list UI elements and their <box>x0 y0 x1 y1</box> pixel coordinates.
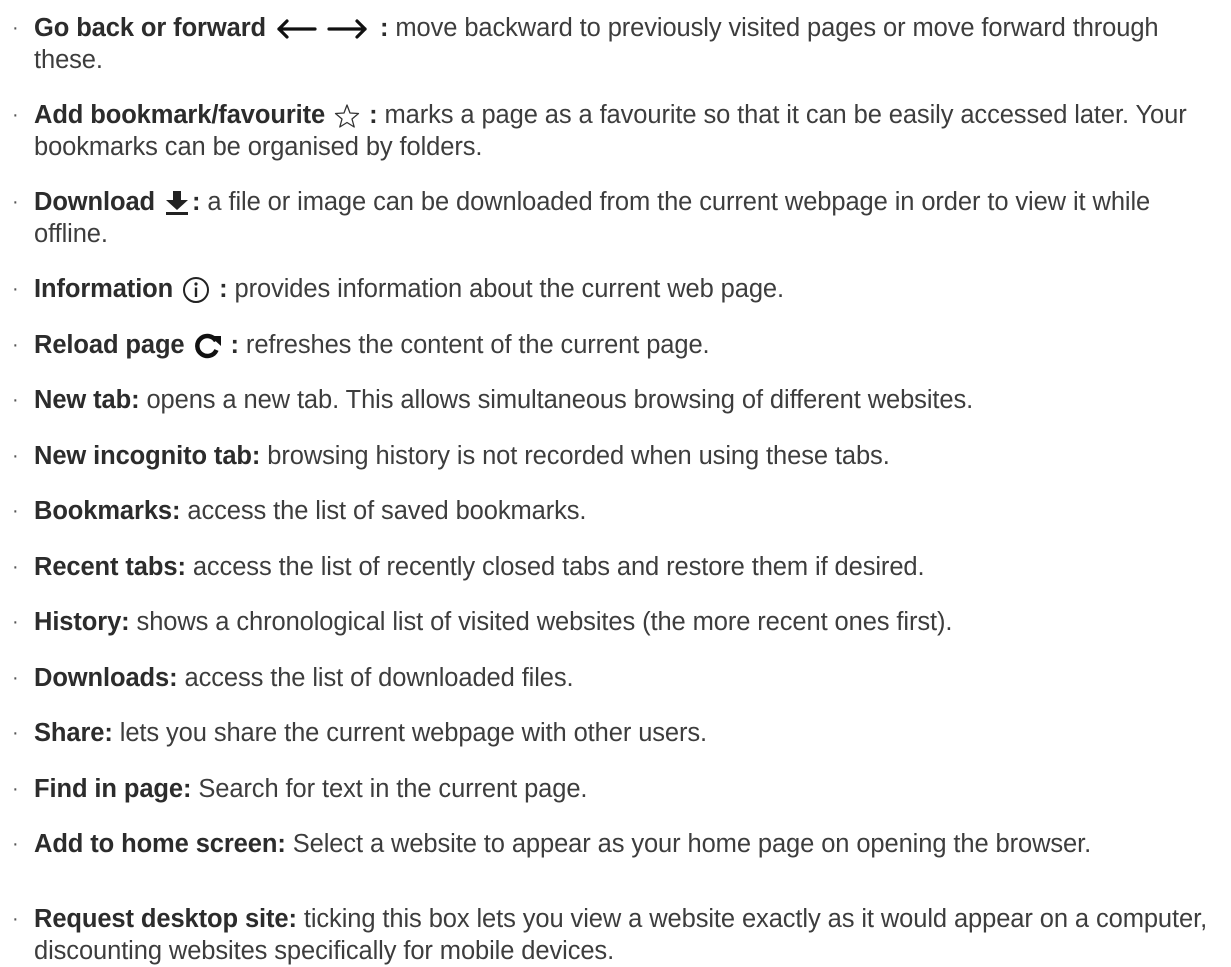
item-description: lets you share the current webpage with … <box>112 719 708 747</box>
item-term: Reload page <box>34 331 185 359</box>
bullet: · <box>12 104 19 126</box>
item-term: Request desktop site: <box>34 905 297 933</box>
item-description: Search for text in the current page. <box>191 775 588 803</box>
item-separator: : <box>219 275 228 303</box>
bullet: · <box>12 908 19 930</box>
bullet: · <box>12 556 19 578</box>
info-icon <box>182 276 210 304</box>
item-term: History: <box>34 608 130 636</box>
bullet: · <box>12 17 19 39</box>
item-description: a file or image can be downloaded from t… <box>34 188 1151 248</box>
reload-icon <box>194 333 222 359</box>
item-term: New tab: <box>34 386 140 414</box>
item-description: access the list of recently closed tabs … <box>185 553 925 581</box>
item-description: shows a chronological list of visited we… <box>129 608 953 636</box>
bullet: · <box>12 334 19 356</box>
item-separator: : <box>369 101 378 129</box>
bullet: · <box>12 389 19 411</box>
item-description: browsing history is not recorded when us… <box>260 442 890 470</box>
bullet: · <box>12 667 19 689</box>
item-description: refreshes the content of the current pag… <box>238 331 710 359</box>
bullet: · <box>12 722 19 744</box>
item-term: Share: <box>34 719 113 747</box>
item-term: Find in page: <box>34 775 192 803</box>
item-term: New incognito tab: <box>34 442 261 470</box>
bullet: · <box>12 191 19 213</box>
item-term: Bookmarks: <box>34 497 181 525</box>
item-description: access the list of downloaded files. <box>177 664 574 692</box>
bullet: · <box>12 278 19 300</box>
download-icon <box>164 190 190 216</box>
item-term: Downloads: <box>34 664 178 692</box>
item-description: opens a new tab. This allows simultaneou… <box>139 386 974 414</box>
item-term: Recent tabs: <box>34 553 186 581</box>
back-forward-arrows-icon <box>275 17 371 41</box>
item-term: Add bookmark/favourite <box>34 101 326 129</box>
bullet: · <box>12 833 19 855</box>
item-term: Download <box>34 188 156 216</box>
item-description: provides information about the current w… <box>227 275 785 303</box>
bullet: · <box>12 778 19 800</box>
item-description: access the list of saved bookmarks. <box>180 497 587 525</box>
item-separator: : <box>230 331 240 359</box>
item-term: Information <box>34 275 174 303</box>
item-term: Go back or forward <box>34 14 266 42</box>
bullet: · <box>12 611 19 633</box>
star-icon <box>334 103 360 129</box>
item-description: Select a website to appear as your home … <box>285 830 1092 858</box>
bullet: · <box>12 445 19 467</box>
bullet: · <box>12 500 19 522</box>
item-term: Add to home screen: <box>34 830 286 858</box>
